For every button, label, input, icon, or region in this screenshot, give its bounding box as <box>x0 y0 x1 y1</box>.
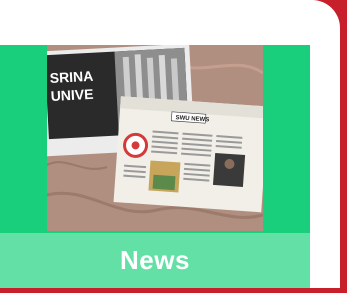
tile-label: News <box>120 245 190 275</box>
newspaper: SWU NEWS <box>113 96 263 213</box>
poster-text-line2: UNIVE <box>50 86 94 104</box>
newspaper-illustration: SRINA UNIVE SWU NEWS <box>47 45 263 231</box>
card-frame: SRINA UNIVE SWU NEWS News <box>0 0 347 293</box>
news-tile[interactable]: SRINA UNIVE SWU NEWS News <box>0 45 310 288</box>
tile-label-bar[interactable]: News <box>0 233 310 288</box>
news-photo: SRINA UNIVE SWU NEWS <box>47 45 263 231</box>
poster-text-line1: SRINA <box>49 68 93 86</box>
